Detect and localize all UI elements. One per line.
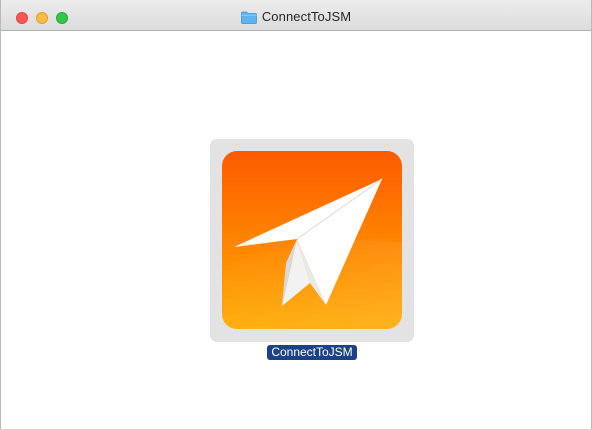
finder-window: ConnectToJSM ConnectToJSM (0, 0, 592, 429)
title-bar[interactable]: ConnectToJSM (1, 0, 591, 31)
paper-plane-app-icon[interactable] (222, 151, 402, 329)
folder-icon (240, 11, 257, 24)
folder-content[interactable]: ConnectToJSM (1, 31, 591, 429)
window-title-group: ConnectToJSM (1, 9, 591, 25)
file-label[interactable]: ConnectToJSM (210, 345, 414, 360)
file-label-text[interactable]: ConnectToJSM (267, 345, 357, 360)
window-title: ConnectToJSM (261, 9, 352, 24)
file-item-connecttojsm[interactable]: ConnectToJSM (210, 139, 414, 364)
